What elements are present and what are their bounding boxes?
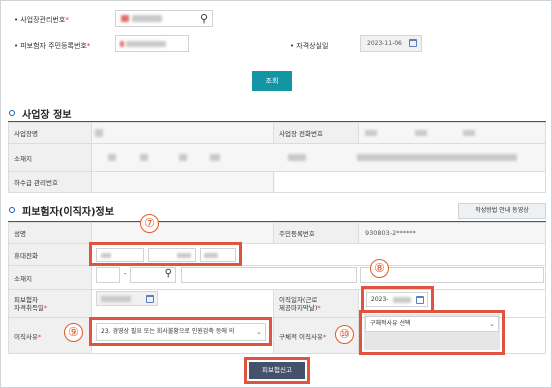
highlight-box-7 <box>89 242 242 266</box>
marker-9: ⑨ <box>64 323 83 342</box>
marker-10: ⑩ <box>335 325 354 344</box>
marker-7: ⑦ <box>140 214 159 233</box>
leave-date-label: 이직일자(근로 제공마지막날)* <box>273 289 359 318</box>
insured-address-label: 소재지 <box>8 265 92 290</box>
workplace-no-label: 사업장관리번호 <box>20 16 66 24</box>
acquire-date-field[interactable] <box>96 291 158 306</box>
workplace-no-label-row: • 사업장관리번호* <box>14 16 69 24</box>
sub-no-value <box>91 171 546 193</box>
guide-video-button[interactable]: 작성방법 안내 동영상 <box>458 203 546 219</box>
highlight-box-9 <box>89 317 272 346</box>
resident-no-input[interactable] <box>115 35 189 52</box>
loss-date-label-row: • 자격상실일 <box>290 42 329 50</box>
zip-part-1-input[interactable] <box>96 267 120 283</box>
name-label: 성명 <box>8 222 92 244</box>
resident-no-label-row: • 피보험자 주민등록번호* <box>14 42 91 50</box>
workplace-name-label: 사업장명 <box>8 122 92 144</box>
highlight-box-submit <box>244 357 310 384</box>
workplace-info-table: 사업장명 사업장 전화번호 소재지 하수급 관리번호 <box>8 122 546 193</box>
loss-date-field[interactable]: 2023-11-06 <box>360 35 422 52</box>
search-icon[interactable]: ⚲ <box>200 12 208 25</box>
name-value <box>91 222 274 244</box>
workplace-address-label: 소재지 <box>8 143 92 172</box>
workplace-no-input[interactable]: ⚲ <box>115 10 213 27</box>
loss-date-value: 2023-11-06 <box>367 40 402 47</box>
highlight-box-10 <box>359 310 505 355</box>
resident-label: 주민등록번호 <box>273 222 359 244</box>
mobile-label: 휴대전화 <box>8 243 92 266</box>
zip-separator: - <box>124 270 127 278</box>
workplace-phone-label: 사업장 전화번호 <box>273 122 359 144</box>
acquire-date-label: 피보험자 자격취득일* <box>8 289 92 318</box>
insured-section-title: 피보험자(이직자)정보 <box>22 207 114 218</box>
resident-no-label: 피보험자 주민등록번호 <box>20 42 87 50</box>
section-bullet-icon <box>9 207 15 213</box>
workplace-phone-value <box>358 122 546 144</box>
workplace-address-value <box>91 143 546 172</box>
address-main-input[interactable] <box>181 267 357 283</box>
workplace-name-value <box>91 122 274 144</box>
search-button[interactable]: 조회 <box>252 71 292 91</box>
sub-no-label: 하수급 관리번호 <box>8 171 92 193</box>
resident-value: 930803-2****** <box>358 222 546 244</box>
section-bullet-icon <box>9 110 15 116</box>
search-icon[interactable]: ⚲ <box>165 268 172 279</box>
workplace-section-title: 사업장 정보 <box>22 110 72 121</box>
marker-8: ⑧ <box>370 259 389 278</box>
calendar-icon[interactable] <box>146 295 154 303</box>
zip-part-2-input[interactable]: ⚲ <box>130 267 176 283</box>
calendar-icon[interactable] <box>409 39 417 47</box>
loss-date-label: 자격상실일 <box>296 42 329 50</box>
highlight-box-8 <box>361 286 434 313</box>
